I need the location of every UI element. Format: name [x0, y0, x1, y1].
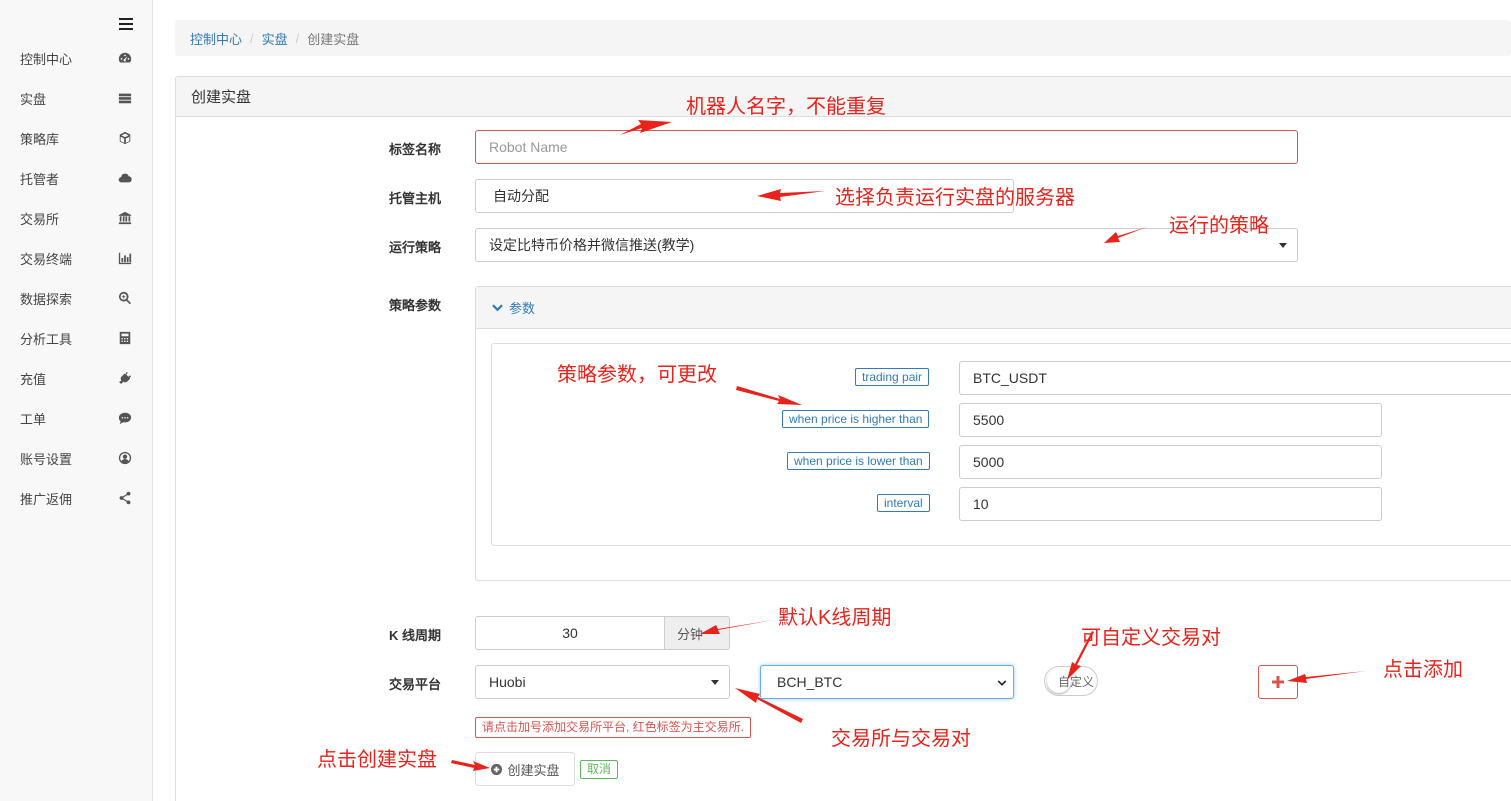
- sidebar-item-analysis[interactable]: 分析工具: [0, 318, 152, 358]
- sidebar-item-label: 充值: [20, 371, 47, 387]
- param-value: 5000: [973, 454, 1005, 470]
- breadcrumb-current: 创建实盘: [307, 31, 360, 47]
- sidebar-item-label: 数据探索: [20, 291, 73, 307]
- exchange-select-value: Huobi: [489, 674, 526, 690]
- sidebar-item-hosts[interactable]: 托管者: [0, 158, 152, 198]
- sidebar-item-label: 分析工具: [20, 331, 73, 347]
- sidebar-item-terminal[interactable]: 交易终端: [0, 238, 152, 278]
- params-toggle[interactable]: 参数: [476, 287, 1511, 329]
- sidebar-item-dashboard[interactable]: 控制中心: [0, 38, 152, 78]
- strategy-label: 运行策略: [389, 240, 442, 255]
- sidebar-item-label: 推广返佣: [20, 491, 73, 507]
- exchange-select[interactable]: Huobi: [475, 665, 730, 699]
- breadcrumb-parent[interactable]: 实盘: [262, 29, 288, 48]
- cube-icon: [118, 131, 132, 145]
- breadcrumb-separator: /: [295, 30, 300, 46]
- sidebar-item-strategies[interactable]: 策略库: [0, 118, 152, 158]
- sidebar-item-account[interactable]: 账号设置: [0, 438, 152, 478]
- robot-name-input[interactable]: Robot Name: [475, 130, 1298, 164]
- breadcrumb-home[interactable]: 控制中心: [190, 29, 242, 48]
- chevron-down-icon: [492, 304, 503, 312]
- annotation-host: 选择负责运行实盘的服务器: [835, 187, 1075, 209]
- sidebar-item-affiliate[interactable]: 推广返佣: [0, 478, 152, 518]
- strategy-select-value: 设定比特币价格并微信推送(教学): [489, 237, 695, 253]
- chevron-down-icon: [997, 680, 1007, 686]
- param-name-lower-than: when price is lower than: [787, 452, 930, 470]
- custom-pair-toggle[interactable]: 自定义: [1044, 666, 1098, 696]
- chevron-down-icon: [1279, 243, 1287, 248]
- robot-name-placeholder: Robot Name: [489, 139, 568, 155]
- annotation-robot-name: 机器人名字，不能重复: [686, 96, 886, 118]
- annotation-params: 策略参数，可更改: [557, 364, 717, 386]
- exchange-warning: 请点击加号添加交易所平台, 红色标签为主交易所.: [475, 717, 752, 738]
- search-plus-icon: [118, 291, 132, 305]
- kline-label: K 线周期: [389, 628, 442, 643]
- param-name-higher-than: when price is higher than: [782, 410, 930, 428]
- cloud-icon: [118, 171, 132, 185]
- host-label: 托管主机: [389, 191, 442, 206]
- params-label: 策略参数: [389, 298, 442, 313]
- custom-pair-label: 自定义: [1057, 674, 1094, 689]
- name-label: 标签名称: [389, 142, 442, 157]
- sidebar-item-label: 策略库: [20, 131, 60, 147]
- sidebar-item-label: 交易终端: [20, 251, 73, 267]
- sidebar-item-data[interactable]: 数据探索: [0, 278, 152, 318]
- plus-circle-icon: [491, 763, 503, 775]
- param-input-lower-than[interactable]: 5000: [959, 445, 1382, 479]
- sidebar-item-label: 控制中心: [20, 51, 73, 67]
- annotation-custom-pair: 可自定义交易对: [1081, 627, 1221, 649]
- calculator-icon: [118, 331, 132, 345]
- sidebar-item-label: 账号设置: [20, 451, 73, 467]
- breadcrumb: 控制中心 / 实盘 / 创建实盘: [175, 20, 1511, 56]
- params-toggle-label: 参数: [509, 301, 536, 316]
- breadcrumb-separator: /: [250, 30, 254, 46]
- create-live-label: 创建实盘: [507, 762, 560, 778]
- kline-unit-select[interactable]: 分钟: [664, 616, 730, 650]
- sidebar-item-label: 托管者: [20, 171, 60, 187]
- plug-icon: [118, 371, 132, 385]
- add-exchange-button[interactable]: [1258, 665, 1298, 699]
- cancel-button[interactable]: 取消: [580, 760, 619, 779]
- comment-icon: [118, 411, 132, 425]
- param-input-higher-than[interactable]: 5500: [959, 403, 1382, 437]
- exchange-label: 交易平台: [389, 677, 442, 692]
- kline-unit-value: 分钟: [677, 626, 704, 642]
- param-value: BTC_USDT: [973, 370, 1047, 386]
- pair-select-value: BCH_BTC: [777, 674, 843, 690]
- annotation-exchange: 交易所与交易对: [831, 728, 971, 750]
- param-name-trading-pair: trading pair: [855, 368, 930, 386]
- sidebar-item-tickets[interactable]: 工单: [0, 398, 152, 438]
- bar-chart-icon: [118, 251, 132, 265]
- share-icon: [118, 491, 132, 505]
- user-circle-icon: [118, 451, 132, 465]
- create-live-button[interactable]: 创建实盘: [475, 752, 575, 786]
- annotation-strategy: 运行的策略: [1169, 215, 1269, 237]
- sidebar-item-label: 实盘: [20, 91, 47, 107]
- kline-period-value: 30: [562, 625, 578, 641]
- server-icon: [118, 91, 132, 105]
- param-input-trading-pair[interactable]: BTC_USDT: [959, 361, 1511, 395]
- param-value: 10: [973, 496, 989, 512]
- dashboard-icon: [118, 51, 132, 65]
- bank-icon: [118, 211, 132, 225]
- annotation-add: 点击添加: [1383, 659, 1463, 681]
- annotation-create: 点击创建实盘: [317, 749, 437, 771]
- sidebar: 控制中心 实盘 策略库 托管者 交易所 交易终端 数据探索 分析工具 充值 工单…: [0, 0, 153, 801]
- plus-icon: [1272, 676, 1284, 688]
- param-input-interval[interactable]: 10: [959, 487, 1382, 521]
- pair-select[interactable]: BCH_BTC: [760, 665, 1014, 699]
- param-value: 5500: [973, 412, 1005, 428]
- host-select-value: 自动分配: [493, 188, 549, 204]
- sidebar-item-label: 交易所: [20, 211, 60, 227]
- sidebar-item-exchanges[interactable]: 交易所: [0, 198, 152, 238]
- sidebar-item-recharge[interactable]: 充值: [0, 358, 152, 398]
- param-name-interval: interval: [877, 494, 930, 512]
- annotation-kline: 默认K线周期: [778, 607, 892, 629]
- kline-period-input[interactable]: 30: [475, 616, 665, 650]
- chevron-down-icon: [711, 680, 719, 685]
- menu-toggle-icon[interactable]: [119, 18, 133, 30]
- sidebar-item-live[interactable]: 实盘: [0, 78, 152, 118]
- sidebar-item-label: 工单: [20, 411, 47, 427]
